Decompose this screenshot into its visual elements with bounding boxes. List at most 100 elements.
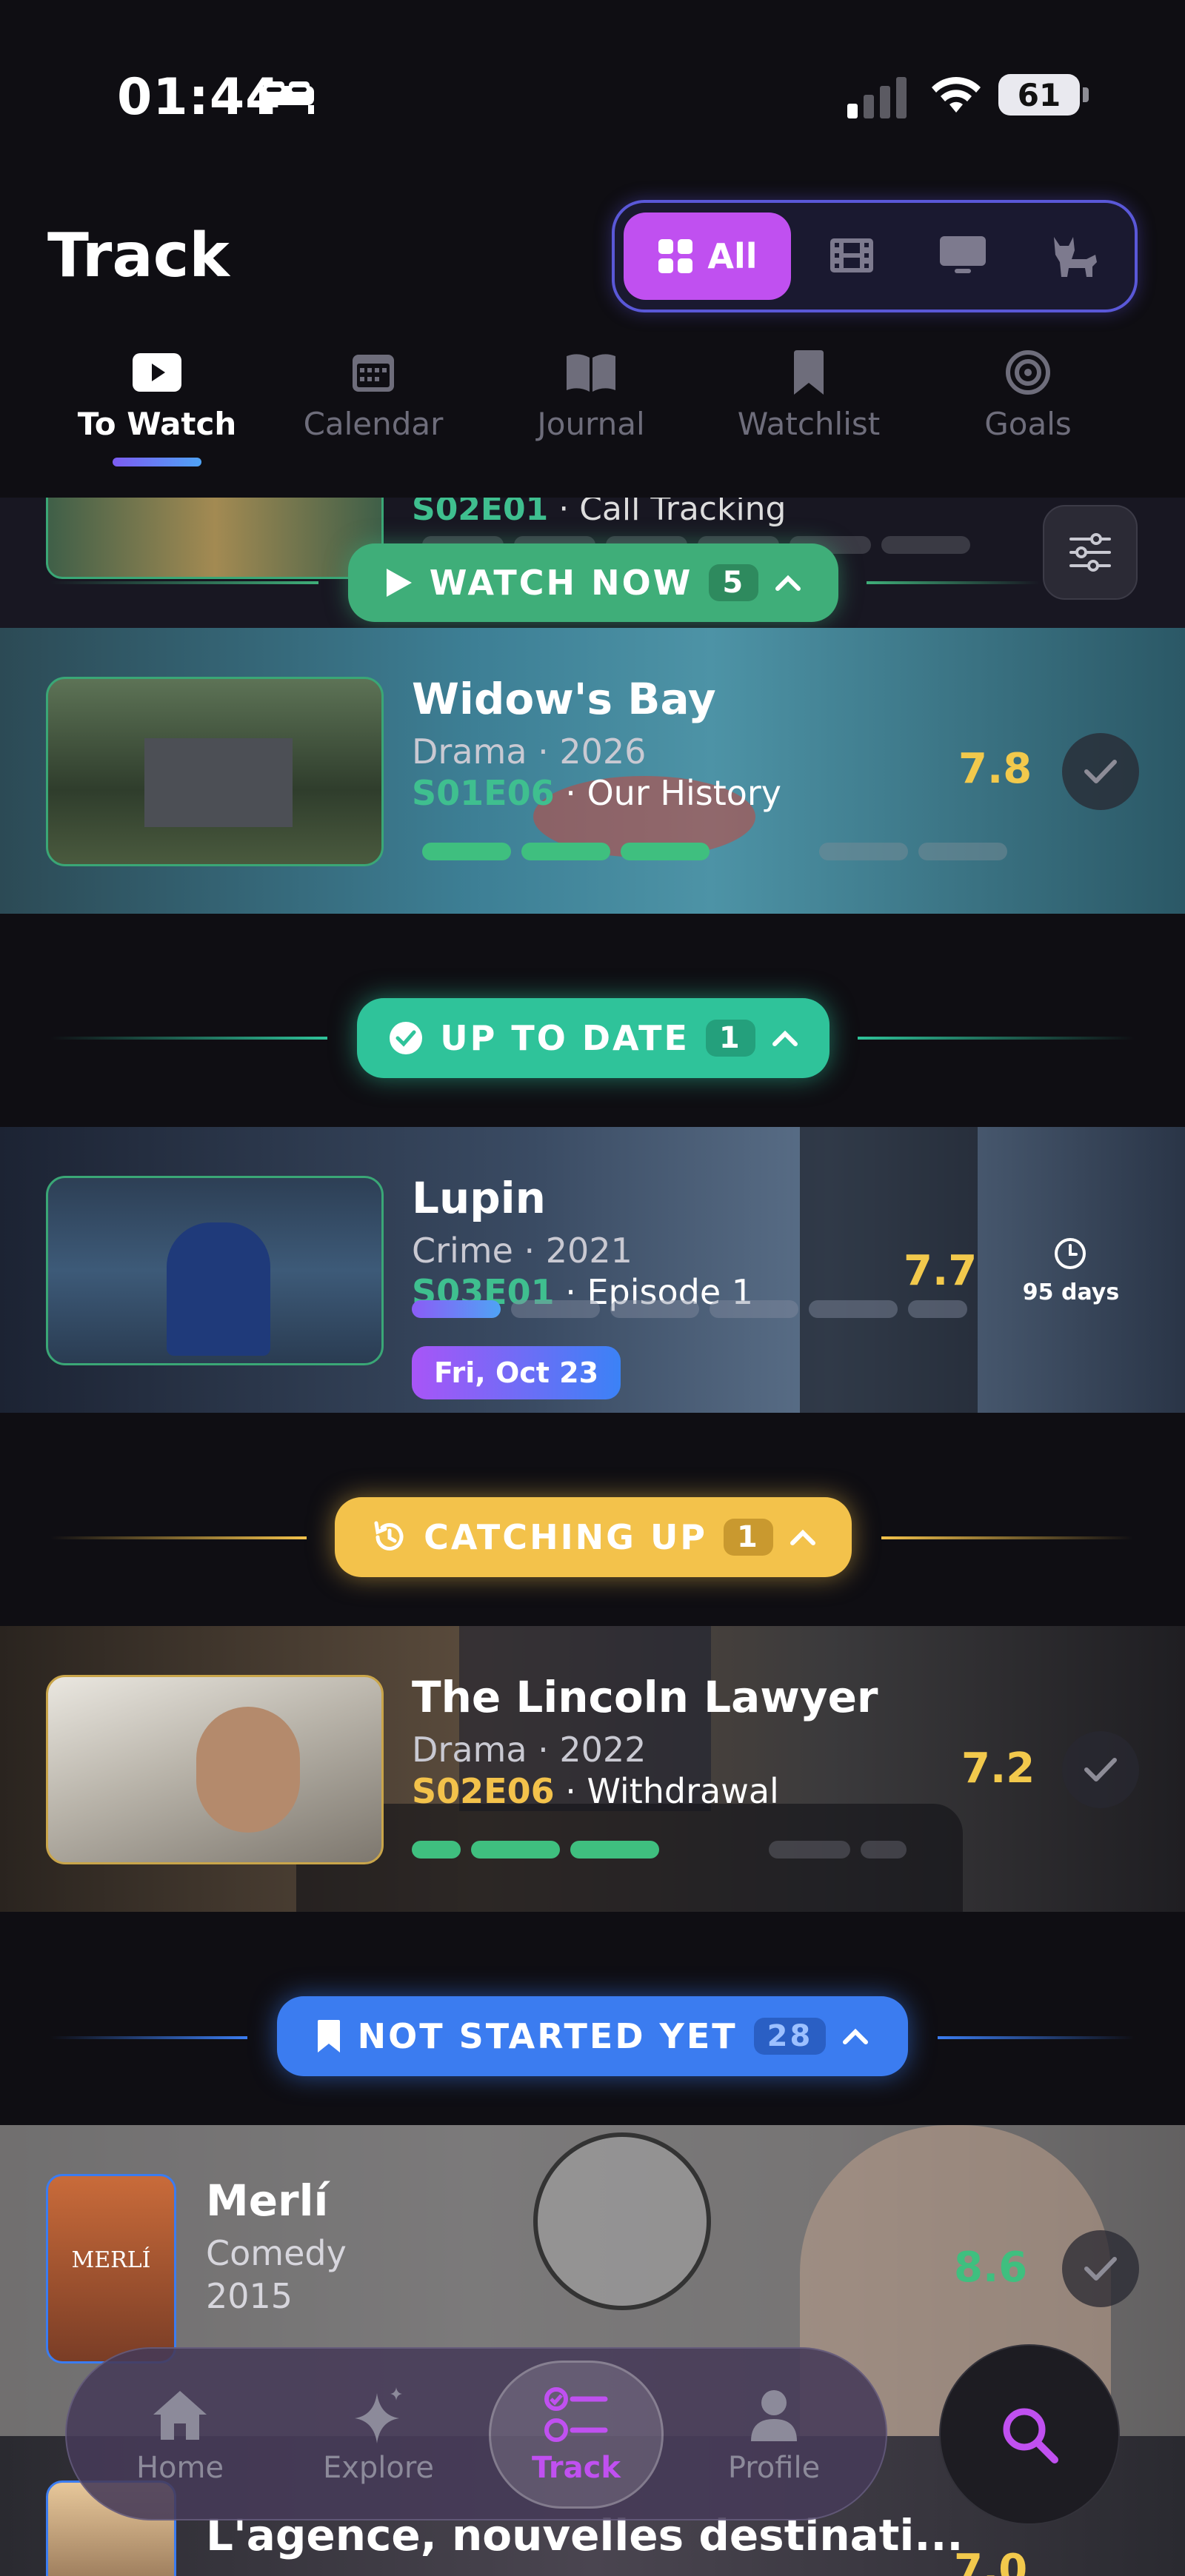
nav-label: Home (136, 2451, 224, 2485)
show-rating: 7.8 (958, 745, 1032, 793)
checkmark-icon (1084, 1758, 1117, 1782)
show-genre: Comedy (206, 2233, 347, 2273)
person-icon (751, 2390, 797, 2441)
mark-watched-button[interactable] (1062, 733, 1139, 810)
section-divider (50, 2036, 247, 2039)
mark-watched-button[interactable] (1062, 2230, 1139, 2307)
filter-tv-button[interactable] (927, 222, 998, 289)
chevron-up-icon (843, 2028, 869, 2044)
show-card-widows-bay[interactable]: Widow's Bay Drama · 2026 S01E06 · Our Hi… (0, 628, 1185, 914)
filter-all-label: All (707, 236, 758, 276)
nav-track[interactable]: Track (491, 2384, 661, 2485)
section-label: CATCHING UP (424, 1517, 708, 1557)
show-thumbnail (46, 1675, 384, 1864)
section-count: 28 (753, 2018, 827, 2055)
countdown-label: 95 days (1022, 1279, 1120, 1305)
sparkle-icon (355, 2387, 402, 2443)
section-divider (858, 1037, 1135, 1040)
section-count: 1 (724, 1519, 773, 1556)
bookmark-icon (794, 350, 824, 395)
not-started-header[interactable]: NOT STARTED YET 28 (277, 1996, 908, 2076)
show-title: The Lincoln Lawyer (412, 1672, 878, 1722)
section-divider (938, 2036, 1135, 2039)
section-divider (867, 581, 1040, 584)
show-thumbnail (46, 677, 384, 866)
chevron-up-icon (790, 1529, 815, 1545)
film-icon (830, 238, 873, 272)
history-icon (374, 1521, 404, 1550)
sliders-icon (1069, 533, 1111, 572)
book-icon (567, 354, 615, 392)
filter-all-button[interactable]: All (624, 213, 791, 300)
grid-icon (658, 239, 693, 273)
show-thumbnail (46, 1176, 384, 1365)
search-button[interactable] (939, 2344, 1120, 2525)
watch-now-header[interactable]: WATCH NOW 5 (348, 543, 838, 622)
tab-goals[interactable]: Goals (932, 347, 1124, 442)
cat-icon (1054, 237, 1097, 277)
signal-icon (847, 77, 907, 118)
checkmark-icon (1084, 760, 1117, 783)
show-thumbnail (46, 498, 384, 579)
catching-up-header[interactable]: CATCHING UP 1 (335, 1497, 852, 1577)
show-year: 2015 (206, 2276, 293, 2316)
home-icon (153, 2391, 207, 2440)
section-label: UP TO DATE (440, 1018, 690, 1058)
calendar-icon (353, 355, 394, 392)
poster-title: MERLÍ (71, 2247, 151, 2273)
section-divider (50, 581, 318, 584)
tab-to-watch[interactable]: To Watch (61, 347, 253, 442)
filter-anime-button[interactable] (1040, 222, 1111, 289)
chevron-up-icon (775, 575, 801, 591)
show-rating: 7.0 (954, 2546, 1028, 2576)
status-time: 01:44 (117, 68, 281, 127)
tab-label: Calendar (303, 406, 444, 442)
bookmark-icon (317, 2020, 340, 2053)
section-divider (881, 1536, 1133, 1539)
nav-label: Track (532, 2451, 621, 2485)
show-rating: 7.2 (961, 1744, 1035, 1793)
track-list-icon (544, 2387, 608, 2442)
section-divider (50, 1037, 327, 1040)
nav-home[interactable]: Home (95, 2384, 265, 2485)
tab-label: Watchlist (737, 406, 881, 442)
episode-progress (412, 1300, 967, 1318)
play-icon (386, 569, 412, 597)
show-card-lupin[interactable]: Lupin Crime · 2021 S03E01 · Episode 1 Fr… (0, 1127, 1185, 1413)
show-card-lincoln-lawyer[interactable]: The Lincoln Lawyer Drama · 2022 S02E06 ·… (0, 1626, 1185, 1912)
episode-progress (422, 843, 1007, 860)
episode-line: S02E01 · Call Tracking (412, 498, 787, 528)
mark-watched-button[interactable] (1062, 1731, 1139, 1808)
section-divider (50, 1536, 307, 1539)
episode-line: S02E06 · Withdrawal (412, 1771, 779, 1811)
search-icon (1003, 2408, 1058, 2463)
chevron-up-icon (772, 1030, 798, 1046)
page-title: Track (47, 221, 230, 291)
tab-label: Journal (537, 406, 645, 442)
tab-journal[interactable]: Journal (495, 347, 687, 442)
section-count: 5 (709, 564, 759, 601)
check-circle-icon (390, 1022, 423, 1054)
list-settings-button[interactable] (1043, 505, 1138, 600)
wifi-icon (932, 77, 981, 113)
nav-explore[interactable]: Explore (293, 2384, 464, 2485)
tab-calendar[interactable]: Calendar (277, 347, 470, 442)
section-label: WATCH NOW (429, 563, 693, 603)
backdrop-image (533, 2132, 711, 2310)
episode-progress (412, 1841, 907, 1859)
show-rating: 8.6 (954, 2244, 1028, 2292)
section-label: NOT STARTED YET (357, 2016, 738, 2056)
nav-profile[interactable]: Profile (689, 2384, 859, 2485)
tab-watchlist[interactable]: Watchlist (712, 347, 905, 442)
show-title: Widow's Bay (412, 674, 716, 724)
active-tab-indicator (113, 458, 201, 466)
show-meta: Drama · 2022 (412, 1730, 647, 1770)
clock-icon (1055, 1238, 1086, 1269)
nav-label: Profile (727, 2451, 821, 2485)
up-to-date-header[interactable]: UP TO DATE 1 (357, 998, 830, 1078)
show-meta: Crime · 2021 (412, 1231, 632, 1271)
episode-line: S01E06 · Our History (412, 773, 782, 813)
show-title: Merlí (206, 2175, 329, 2226)
filter-movies-button[interactable] (816, 222, 887, 289)
section-count: 1 (705, 1020, 755, 1057)
